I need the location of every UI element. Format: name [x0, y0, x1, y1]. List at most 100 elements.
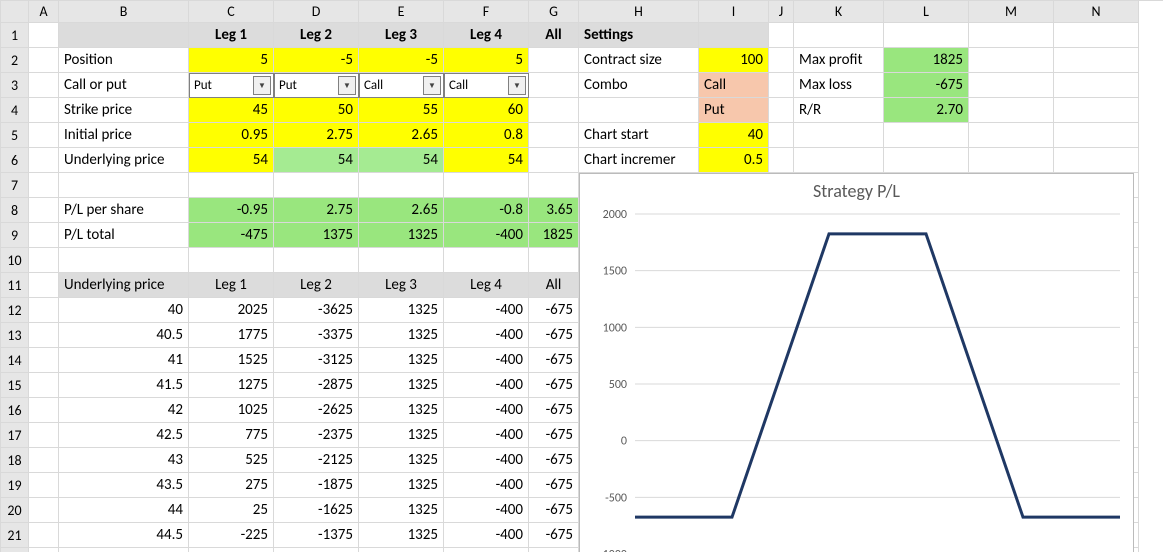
lbl-rr[interactable]: R/R	[794, 98, 884, 123]
col-header-N[interactable]: N	[1054, 1, 1139, 23]
cell-D10[interactable]	[274, 248, 359, 273]
dd-leg2-arrow[interactable]: ▼	[338, 76, 356, 95]
cell-G4[interactable]	[529, 98, 579, 123]
col-header-E[interactable]: E	[359, 1, 444, 23]
tbl-15-g[interactable]: -675	[529, 373, 579, 398]
tbl-20-f[interactable]: -400	[444, 498, 529, 523]
cell-N5[interactable]	[1054, 123, 1139, 148]
tbl-20-g[interactable]: -675	[529, 498, 579, 523]
cell-A14[interactable]	[29, 348, 59, 373]
tbl-21-d[interactable]: -1375	[274, 523, 359, 548]
tbl-22-b[interactable]: 45	[59, 548, 189, 552]
pltotal-g[interactable]: 1825	[529, 223, 579, 248]
tbl-21-c[interactable]: -225	[189, 523, 274, 548]
cell-A19[interactable]	[29, 473, 59, 498]
cell-A21[interactable]	[29, 523, 59, 548]
tbl-15-b[interactable]: 41.5	[59, 373, 189, 398]
und-c[interactable]: 54	[189, 148, 274, 173]
hdr-leg2[interactable]: Leg 2	[274, 23, 359, 48]
cell-M1[interactable]	[969, 23, 1054, 48]
col-header-A[interactable]: A	[29, 1, 59, 23]
tbl-16-b[interactable]: 42	[59, 398, 189, 423]
row-header-17[interactable]: 17	[1, 423, 29, 448]
tbl-15-e[interactable]: 1325	[359, 373, 444, 398]
tbl-14-f[interactable]: -400	[444, 348, 529, 373]
tbl-19-c[interactable]: 275	[189, 473, 274, 498]
cell-A13[interactable]	[29, 323, 59, 348]
tbl-22-f[interactable]: -400	[444, 548, 529, 552]
lbl-undprice[interactable]: Underlying price	[59, 148, 189, 173]
strike-c[interactable]: 45	[189, 98, 274, 123]
pltotal-f[interactable]: -400	[444, 223, 529, 248]
cell-E10[interactable]	[359, 248, 444, 273]
row-header-8[interactable]: 8	[1, 198, 29, 223]
tbl-18-e[interactable]: 1325	[359, 448, 444, 473]
combo-put[interactable]: Put	[699, 98, 769, 123]
col-header-B[interactable]: B	[59, 1, 189, 23]
cell-N1[interactable]	[1054, 23, 1139, 48]
hdr-all[interactable]: All	[529, 23, 579, 48]
tbl-13-g[interactable]: -675	[529, 323, 579, 348]
pos-c[interactable]: 5	[189, 48, 274, 73]
cell-H4[interactable]	[579, 98, 699, 123]
init-f[interactable]: 0.8	[444, 123, 529, 148]
col-header-H[interactable]: H	[579, 1, 699, 23]
lbl-pltotal[interactable]: P/L total	[59, 223, 189, 248]
tbl-14-b[interactable]: 41	[59, 348, 189, 373]
tbl-19-b[interactable]: 43.5	[59, 473, 189, 498]
init-c[interactable]: 0.95	[189, 123, 274, 148]
row-header-10[interactable]: 10	[1, 248, 29, 273]
tbl-hdr-D[interactable]: Leg 2	[274, 273, 359, 298]
tbl-13-f[interactable]: -400	[444, 323, 529, 348]
tbl-19-f[interactable]: -400	[444, 473, 529, 498]
pltotal-e[interactable]: 1325	[359, 223, 444, 248]
cell-A11[interactable]	[29, 273, 59, 298]
cell-A5[interactable]	[29, 123, 59, 148]
hdr-leg3[interactable]: Leg 3	[359, 23, 444, 48]
lbl-plshare[interactable]: P/L per share	[59, 198, 189, 223]
lbl-combo[interactable]: Combo	[579, 73, 699, 98]
cell-N6[interactable]	[1054, 148, 1139, 173]
tbl-19-e[interactable]: 1325	[359, 473, 444, 498]
maxprofit-val[interactable]: 1825	[884, 48, 969, 73]
tbl-16-f[interactable]: -400	[444, 398, 529, 423]
cell-G2[interactable]	[529, 48, 579, 73]
tbl-20-b[interactable]: 44	[59, 498, 189, 523]
cell-A8[interactable]	[29, 198, 59, 223]
tbl-21-g[interactable]: -675	[529, 523, 579, 548]
maxloss-val[interactable]: -675	[884, 73, 969, 98]
dd-leg2[interactable]: Put▼	[274, 73, 359, 98]
tbl-hdr-F[interactable]: Leg 4	[444, 273, 529, 298]
tbl-14-c[interactable]: 1525	[189, 348, 274, 373]
row-header-16[interactable]: 16	[1, 398, 29, 423]
row-header-18[interactable]: 18	[1, 448, 29, 473]
init-e[interactable]: 2.65	[359, 123, 444, 148]
row-header-19[interactable]: 19	[1, 473, 29, 498]
hdr-settings[interactable]: Settings	[579, 23, 699, 48]
lbl-initprice[interactable]: Initial price	[59, 123, 189, 148]
tbl-17-e[interactable]: 1325	[359, 423, 444, 448]
row-header-9[interactable]: 9	[1, 223, 29, 248]
tbl-12-e[interactable]: 1325	[359, 298, 444, 323]
cell-M3[interactable]	[969, 73, 1054, 98]
cell-G3[interactable]	[529, 73, 579, 98]
dd-leg3-arrow[interactable]: ▼	[423, 76, 441, 95]
dd-leg1[interactable]: Put▼	[189, 73, 274, 98]
tbl-16-d[interactable]: -2625	[274, 398, 359, 423]
lbl-maxprofit[interactable]: Max profit	[794, 48, 884, 73]
tbl-12-f[interactable]: -400	[444, 298, 529, 323]
cell-A1[interactable]	[29, 23, 59, 48]
tbl-15-d[interactable]: -2875	[274, 373, 359, 398]
pos-e[interactable]: -5	[359, 48, 444, 73]
row-header-1[interactable]: 1	[1, 23, 29, 48]
cell-J3[interactable]	[769, 73, 794, 98]
cell-F7[interactable]	[444, 173, 529, 198]
und-f[interactable]: 54	[444, 148, 529, 173]
cell-G7[interactable]	[529, 173, 579, 198]
tbl-13-d[interactable]: -3375	[274, 323, 359, 348]
tbl-12-b[interactable]: 40	[59, 298, 189, 323]
tbl-14-g[interactable]: -675	[529, 348, 579, 373]
row-header-4[interactable]: 4	[1, 98, 29, 123]
col-header-J[interactable]: J	[769, 1, 794, 23]
lbl-position[interactable]: Position	[59, 48, 189, 73]
